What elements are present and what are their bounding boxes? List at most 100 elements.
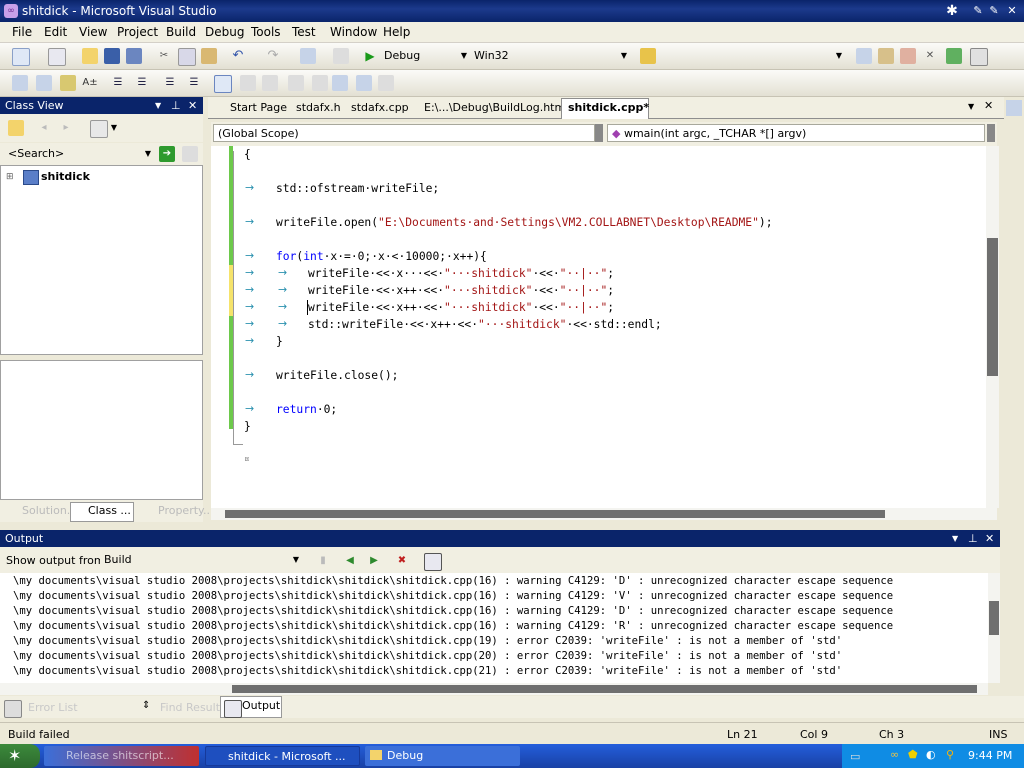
close-button[interactable]: ✕: [1004, 3, 1020, 19]
keyboard-icon[interactable]: ▭: [850, 750, 860, 763]
previous-bookmark-in-folder-icon[interactable]: [288, 75, 304, 91]
minimize-button[interactable]: ✎: [970, 3, 986, 19]
increase-indent-icon[interactable]: ☰: [134, 75, 150, 91]
scope-splitter[interactable]: [595, 124, 603, 142]
start-debugging-icon[interactable]: ▶: [362, 48, 378, 64]
output-horizontal-scrollbar[interactable]: [0, 683, 988, 695]
menu-build[interactable]: Build: [166, 25, 196, 39]
editor-horizontal-scrollbar[interactable]: [211, 508, 997, 520]
search-icon[interactable]: ⚲: [946, 748, 954, 761]
go-to-previous-message-icon[interactable]: ◀: [342, 553, 358, 569]
forward-icon[interactable]: ▸: [58, 120, 74, 136]
add-item-icon[interactable]: [48, 48, 66, 66]
menu-debug[interactable]: Debug: [205, 25, 244, 39]
object-browser-icon[interactable]: [900, 48, 916, 64]
toggle-bookmark-icon[interactable]: [214, 75, 232, 93]
tab-start-page[interactable]: Start Page: [230, 101, 287, 114]
properties-window-icon[interactable]: [878, 48, 894, 64]
navigate-backward-icon[interactable]: [300, 48, 316, 64]
menu-window[interactable]: Window: [330, 25, 377, 39]
next-bookmark-icon[interactable]: [262, 75, 278, 91]
scroll-thumb[interactable]: [989, 601, 999, 635]
next-bookmark-in-folder-icon[interactable]: [312, 75, 328, 91]
tab-buildlog[interactable]: E:\...\Debug\BuildLog.htm: [424, 101, 565, 114]
menu-help[interactable]: Help: [383, 25, 410, 39]
next-bookmark-in-document-icon[interactable]: [356, 75, 372, 91]
menu-tools[interactable]: Tools: [251, 25, 281, 39]
solution-explorer-icon[interactable]: [856, 48, 872, 64]
find-in-files-icon[interactable]: [640, 48, 656, 64]
solution-platform-select[interactable]: Win32 ▼: [470, 47, 630, 65]
menu-edit[interactable]: Edit: [44, 25, 67, 39]
find-combo[interactable]: ▼: [660, 47, 845, 65]
start-page-icon[interactable]: [946, 48, 962, 64]
back-icon[interactable]: ◂: [36, 120, 52, 136]
scroll-thumb[interactable]: [225, 510, 885, 518]
display-object-member-list-icon[interactable]: [12, 75, 28, 91]
uncomment-icon[interactable]: ☰: [186, 75, 202, 91]
scope-select[interactable]: (Global Scope): [213, 124, 595, 142]
clear-all-icon[interactable]: ✖: [394, 553, 410, 569]
menu-test[interactable]: Test: [292, 25, 316, 39]
auto-hide-pin-icon[interactable]: ⊥: [968, 532, 978, 545]
tab-stdafx-h[interactable]: stdafx.h: [296, 101, 341, 114]
display-parameter-info-icon[interactable]: [36, 75, 52, 91]
clear-bookmarks-icon[interactable]: [378, 75, 394, 91]
other-windows-icon[interactable]: [970, 48, 988, 66]
go-to-next-message-icon[interactable]: ▶: [366, 553, 382, 569]
complete-word-icon[interactable]: A±: [82, 75, 98, 91]
active-files-icon[interactable]: ▼: [968, 102, 974, 111]
menu-project[interactable]: Project: [117, 25, 158, 39]
member-select[interactable]: ◆ wmain(int argc, _TCHAR *[] argv): [607, 124, 985, 142]
start-button[interactable]: ✶: [0, 744, 40, 768]
close-document-icon[interactable]: ✕: [984, 99, 993, 112]
code-editor[interactable]: { → std::ofstream·writeFile; → writeFile…: [211, 146, 986, 508]
toolbox-icon[interactable]: ✕: [922, 48, 938, 64]
previous-bookmark-icon[interactable]: [240, 75, 256, 91]
restore-button[interactable]: ✎: [986, 3, 1002, 19]
previous-bookmark-in-document-icon[interactable]: [332, 75, 348, 91]
cut-icon[interactable]: ✂: [156, 48, 172, 64]
taskbar-item-debug-folder[interactable]: Debug: [365, 746, 520, 766]
clear-search-icon[interactable]: [182, 146, 198, 162]
show-output-select[interactable]: Build ▼: [100, 551, 302, 569]
open-file-icon[interactable]: [82, 48, 98, 64]
window-position-icon[interactable]: ▼: [155, 101, 161, 110]
copy-icon[interactable]: [178, 48, 196, 66]
expand-icon[interactable]: ⊞: [6, 172, 14, 182]
save-icon[interactable]: [104, 48, 120, 64]
tab-property-manager[interactable]: Property...: [158, 504, 213, 517]
comment-out-icon[interactable]: ☰: [162, 75, 178, 91]
navigate-forward-icon[interactable]: [333, 48, 349, 64]
close-panel-icon[interactable]: ✕: [985, 532, 994, 545]
window-position-icon[interactable]: ▼: [952, 534, 958, 543]
tab-class-view[interactable]: Class ...: [88, 504, 131, 517]
redo-icon[interactable]: ↷: [265, 48, 281, 64]
pin-icon[interactable]: ✱: [944, 3, 960, 19]
new-project-icon[interactable]: [12, 48, 30, 66]
editor-vertical-scrollbar[interactable]: [986, 146, 999, 508]
chevron-down-icon[interactable]: ▼: [106, 120, 122, 136]
output-text[interactable]: \my documents\visual studio 2008\project…: [0, 573, 988, 683]
scroll-thumb[interactable]: [232, 685, 977, 693]
display-quick-info-icon[interactable]: [60, 75, 76, 91]
toggle-word-wrap-icon[interactable]: [424, 553, 442, 571]
auto-hide-pin-icon[interactable]: ⊥: [171, 99, 181, 112]
taskbar-item-release[interactable]: Release shitscript...: [44, 746, 199, 766]
output-vertical-scrollbar[interactable]: [988, 573, 1000, 683]
tab-shitdick-cpp[interactable]: shitdick.cpp*: [568, 101, 649, 114]
volume-icon[interactable]: ◐: [926, 748, 936, 761]
tree-item-project[interactable]: shitdick: [41, 170, 90, 183]
scroll-thumb[interactable]: [987, 238, 998, 376]
taskbar-item-visual-studio[interactable]: shitdick - Microsoft ...: [205, 746, 360, 766]
member-splitter[interactable]: [987, 124, 995, 142]
security-shield-icon[interactable]: ⬟: [908, 748, 918, 761]
close-panel-icon[interactable]: ✕: [188, 99, 197, 112]
network-icon[interactable]: ∞: [890, 748, 899, 761]
tab-error-list[interactable]: Error List: [28, 701, 78, 714]
search-go-icon[interactable]: ➔: [159, 146, 175, 162]
find-message-icon[interactable]: ▮: [315, 553, 331, 569]
menu-file[interactable]: File: [12, 25, 32, 39]
tab-stdafx-cpp[interactable]: stdafx.cpp: [351, 101, 409, 114]
server-explorer-icon[interactable]: [1006, 100, 1022, 116]
